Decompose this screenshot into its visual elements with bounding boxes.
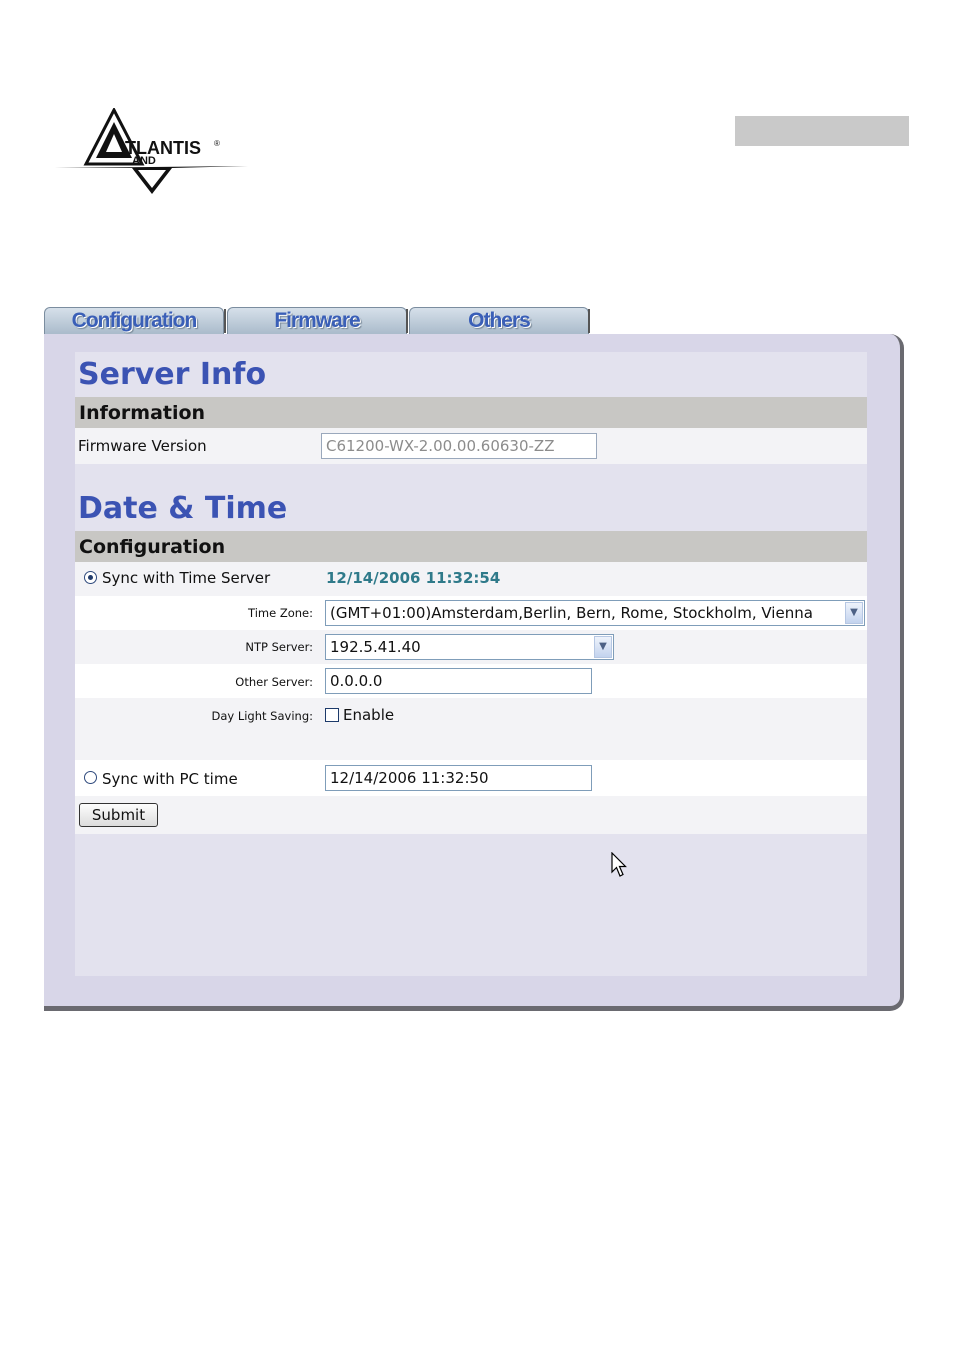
daylight-saving-label: Day Light Saving: bbox=[211, 709, 313, 723]
firmware-version-field[interactable]: C61200-WX-2.00.00.60630-ZZ bbox=[321, 433, 597, 459]
daylight-enable-label: Enable bbox=[343, 706, 395, 724]
tab-divider bbox=[224, 309, 226, 333]
tab-divider bbox=[588, 309, 590, 333]
mouse-cursor-icon bbox=[611, 852, 627, 877]
other-server-input[interactable]: 0.0.0.0 bbox=[325, 668, 592, 694]
firmware-label: Firmware Version bbox=[78, 437, 207, 455]
configuration-section-header: Configuration bbox=[75, 531, 867, 562]
server-info-title: Server Info bbox=[78, 357, 267, 392]
sync-pc-time-label: Sync with PC time bbox=[102, 770, 238, 788]
sync-time-server-row: Sync with Time Server 12/14/2006 11:32:5… bbox=[75, 562, 867, 596]
daylight-enable-checkbox[interactable] bbox=[325, 708, 339, 722]
svg-text:®: ® bbox=[214, 139, 220, 148]
time-zone-value: (GMT+01:00)Amsterdam,Berlin, Bern, Rome,… bbox=[330, 604, 813, 622]
sync-pc-time-radio[interactable] bbox=[84, 771, 97, 784]
tab-divider bbox=[406, 309, 408, 333]
main-panel: Server Info Information Firmware Version… bbox=[44, 334, 904, 1011]
ntp-server-value: 192.5.41.40 bbox=[330, 638, 421, 656]
sync-time-server-radio[interactable] bbox=[84, 571, 97, 584]
current-time: 12/14/2006 11:32:54 bbox=[326, 569, 501, 587]
submit-button[interactable]: Submit bbox=[79, 803, 158, 827]
content-area: Server Info Information Firmware Version… bbox=[75, 352, 867, 976]
chevron-down-icon[interactable]: ▼ bbox=[594, 636, 612, 658]
tab-bar: Configuration Firmware Others bbox=[44, 307, 592, 335]
tab-firmware[interactable]: Firmware bbox=[227, 307, 407, 334]
time-zone-select[interactable]: (GMT+01:00)Amsterdam,Berlin, Bern, Rome,… bbox=[325, 600, 865, 626]
sync-time-server-label: Sync with Time Server bbox=[102, 569, 271, 587]
sync-pc-time-row: Sync with PC time 12/14/2006 11:32:50 bbox=[75, 760, 867, 796]
information-section-header: Information bbox=[75, 397, 867, 428]
date-time-title: Date & Time bbox=[78, 491, 288, 526]
atlantis-logo: TLANTIS AND ® bbox=[54, 108, 248, 194]
submit-row: Submit bbox=[75, 796, 867, 834]
pc-time-field[interactable]: 12/14/2006 11:32:50 bbox=[325, 765, 592, 791]
chevron-down-icon[interactable]: ▼ bbox=[845, 602, 863, 624]
daylight-saving-row: Day Light Saving: Enable bbox=[75, 698, 867, 760]
ntp-server-label: NTP Server: bbox=[245, 640, 313, 654]
header-tag bbox=[735, 116, 909, 146]
firmware-row: Firmware Version C61200-WX-2.00.00.60630… bbox=[75, 428, 867, 464]
ntp-server-select[interactable]: 192.5.41.40 ▼ bbox=[325, 634, 614, 660]
other-server-row: Other Server: 0.0.0.0 bbox=[75, 664, 867, 698]
tab-configuration[interactable]: Configuration bbox=[44, 307, 224, 334]
time-zone-label: Time Zone: bbox=[248, 606, 313, 620]
ntp-server-row: NTP Server: 192.5.41.40 ▼ bbox=[75, 630, 867, 664]
logo-subtext: AND bbox=[132, 155, 156, 167]
other-server-label: Other Server: bbox=[235, 675, 313, 689]
time-zone-row: Time Zone: (GMT+01:00)Amsterdam,Berlin, … bbox=[75, 596, 867, 630]
tab-others[interactable]: Others bbox=[409, 307, 589, 334]
